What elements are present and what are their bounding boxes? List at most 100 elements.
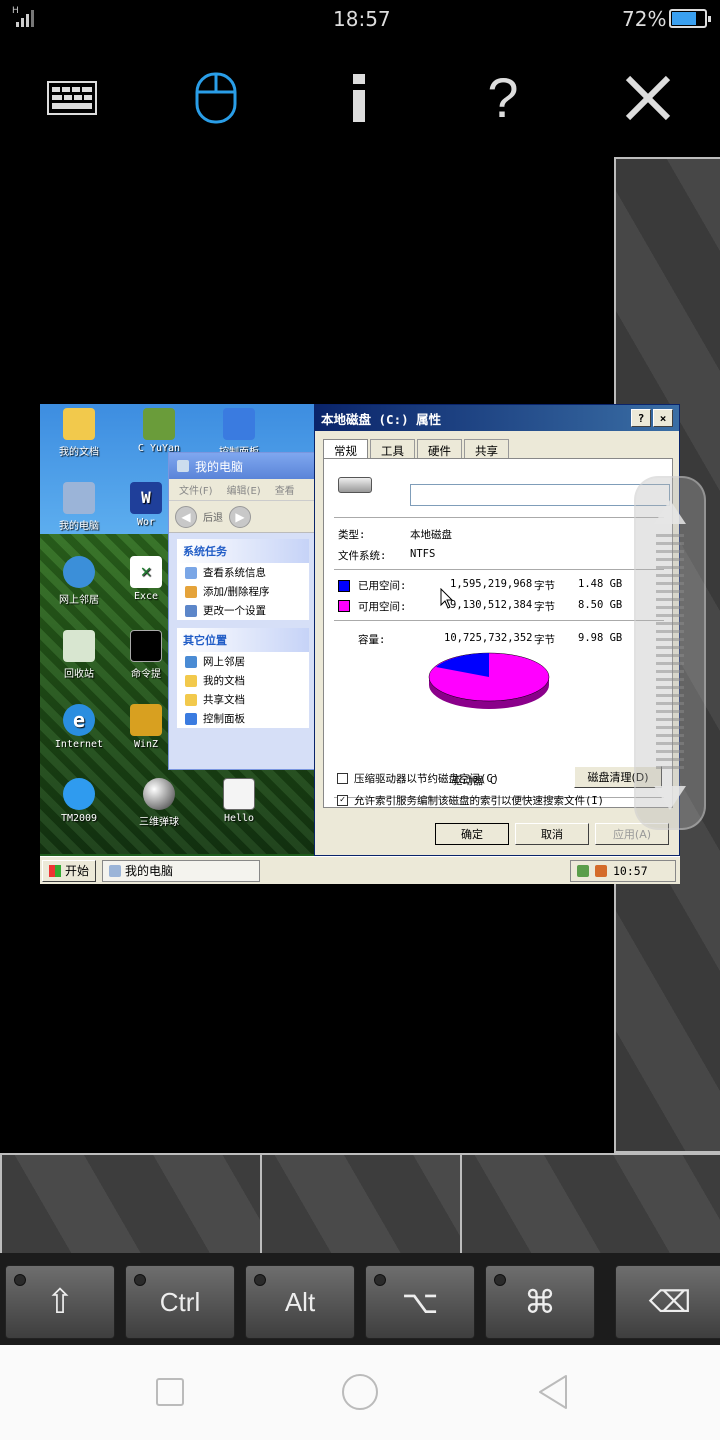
desktop-icon-hello[interactable]: Hello bbox=[204, 778, 274, 824]
bottom-pane-right[interactable] bbox=[460, 1153, 720, 1253]
place-item[interactable]: 控制面板 bbox=[177, 709, 309, 728]
scroll-up-icon[interactable] bbox=[652, 498, 688, 526]
ok-button[interactable]: 确定 bbox=[435, 823, 509, 845]
qq-icon bbox=[63, 778, 95, 810]
desktop-icon-pinball[interactable]: 三维弹球 bbox=[124, 778, 194, 828]
remote-screen[interactable]: 我的文档 C YuYan 控制面板 我的电脑 W Wor 网上邻居 ✕ Exce bbox=[40, 404, 680, 884]
key-indicator bbox=[14, 1274, 26, 1286]
desktop-icon-recycle-bin[interactable]: 回收站 bbox=[44, 630, 114, 680]
properties-dialog[interactable]: 本地磁盘 (C:) 属性 ? × 常规 工具 硬件 共享 类型: 本地磁盘 文件系… bbox=[314, 404, 680, 856]
desktop-icon-label: 回收站 bbox=[64, 669, 94, 680]
place-label: 我的文档 bbox=[203, 675, 245, 687]
scroll-track[interactable] bbox=[656, 534, 684, 774]
desktop-icon-c-yuyan[interactable]: C YuYan bbox=[124, 408, 194, 454]
system-tasks-title[interactable]: 系统任务 bbox=[177, 539, 309, 563]
capacity-gb: 9.98 GB bbox=[578, 632, 623, 644]
task-item[interactable]: 查看系统信息 bbox=[177, 563, 309, 582]
internet-explorer-icon: e bbox=[63, 704, 95, 736]
tray-network-icon[interactable] bbox=[577, 864, 589, 877]
free-unit: 字节 bbox=[534, 601, 555, 613]
cancel-button[interactable]: 取消 bbox=[515, 823, 589, 845]
backspace-key[interactable]: ⌫ bbox=[615, 1265, 720, 1339]
explorer-titlebar[interactable]: 我的电脑 bbox=[169, 453, 317, 479]
compress-checkbox[interactable]: 压缩驱动器以节约磁盘空间(C) bbox=[337, 771, 499, 786]
desktop-icon-my-documents[interactable]: 我的文档 bbox=[44, 408, 114, 458]
desktop-icon-tm2009[interactable]: TM2009 bbox=[44, 778, 114, 824]
start-button[interactable]: 开始 bbox=[42, 859, 97, 882]
desktop-icon-label: 命令提 bbox=[131, 669, 161, 680]
free-bytes: 9,130,512,384 bbox=[450, 599, 533, 611]
task-label: 更改一个设置 bbox=[203, 605, 266, 617]
menu-view[interactable]: 查看 bbox=[275, 482, 295, 497]
option-key[interactable]: ⌥ bbox=[365, 1265, 475, 1339]
desktop-icon-network[interactable]: 网上邻居 bbox=[44, 556, 114, 606]
disk-usage-pie-chart bbox=[428, 652, 550, 709]
desktop-icon-label: 三维弹球 bbox=[139, 817, 179, 828]
other-places-title[interactable]: 其它位置 bbox=[177, 628, 309, 652]
keyboard-icon[interactable] bbox=[42, 70, 102, 126]
task-item[interactable]: 更改一个设置 bbox=[177, 601, 309, 620]
scroll-down-icon[interactable] bbox=[652, 784, 688, 812]
used-bytes: 1,595,219,968 bbox=[450, 578, 533, 590]
status-bar: H 18:57 72% bbox=[0, 0, 720, 40]
back-arrow-icon[interactable]: ◀ bbox=[175, 505, 197, 528]
desktop-icon-cmd[interactable]: 命令提 bbox=[124, 630, 168, 680]
key-indicator bbox=[494, 1274, 506, 1286]
mouse-icon[interactable] bbox=[186, 70, 246, 126]
alt-key[interactable]: Alt bbox=[245, 1265, 355, 1339]
bottom-pane-middle[interactable] bbox=[260, 1153, 462, 1253]
alt-label: Alt bbox=[284, 1286, 316, 1317]
desktop-icon-internet[interactable]: e Internet bbox=[44, 704, 114, 750]
recent-apps-icon[interactable] bbox=[154, 1376, 186, 1408]
info-icon[interactable] bbox=[329, 70, 389, 126]
fs-label: 文件系统: bbox=[338, 550, 387, 562]
desktop-icon-label: 我的电脑 bbox=[59, 521, 99, 532]
explorer-navbar: ◀ 后退 ▶ bbox=[169, 501, 317, 533]
divider bbox=[334, 620, 664, 621]
task-item[interactable]: 添加/删除程序 bbox=[177, 582, 309, 601]
desktop-icon-winzip[interactable]: WinZ bbox=[124, 704, 168, 750]
close-button[interactable]: × bbox=[653, 409, 673, 427]
network-icon bbox=[63, 556, 95, 588]
type-value: 本地磁盘 bbox=[410, 529, 452, 541]
place-label: 共享文档 bbox=[203, 694, 245, 706]
command-key[interactable]: ⌘ bbox=[485, 1265, 595, 1339]
bottom-pane-left[interactable] bbox=[0, 1153, 262, 1253]
menu-edit[interactable]: 编辑(E) bbox=[227, 482, 261, 497]
scroll-control[interactable] bbox=[634, 476, 706, 830]
menu-file[interactable]: 文件(F) bbox=[179, 482, 213, 497]
dialog-titlebar[interactable]: 本地磁盘 (C:) 属性 ? × bbox=[315, 405, 679, 431]
back-icon[interactable] bbox=[536, 1374, 570, 1410]
volume-name-input[interactable] bbox=[410, 484, 670, 506]
desktop-icon-label: Wor bbox=[136, 517, 156, 528]
help-icon[interactable]: ? bbox=[473, 70, 533, 126]
taskbar-item-my-computer[interactable]: 我的电脑 bbox=[102, 859, 261, 882]
task-label: 添加/删除程序 bbox=[203, 586, 270, 598]
desktop-icon-control-panel[interactable]: 控制面板 bbox=[204, 408, 274, 458]
shift-key[interactable]: ⇧ bbox=[5, 1265, 115, 1339]
home-icon[interactable] bbox=[340, 1372, 380, 1412]
help-button[interactable]: ? bbox=[631, 409, 651, 427]
forward-arrow-icon[interactable]: ▶ bbox=[229, 505, 251, 528]
system-tasks-panel: 系统任务 查看系统信息 添加/删除程序 更改一个设置 bbox=[177, 539, 309, 620]
dialog-title: 本地磁盘 (C:) 属性 bbox=[321, 411, 442, 427]
place-item[interactable]: 共享文档 bbox=[177, 690, 309, 709]
place-item[interactable]: 网上邻居 bbox=[177, 652, 309, 671]
desktop-icon-excel[interactable]: ✕ Exce bbox=[124, 556, 168, 602]
back-label[interactable]: 后退 bbox=[203, 509, 223, 524]
computer-icon bbox=[177, 460, 189, 472]
close-icon[interactable] bbox=[618, 70, 678, 126]
checkbox-checked-icon: ✓ bbox=[337, 795, 348, 806]
tray-volume-icon[interactable] bbox=[595, 864, 607, 877]
index-checkbox[interactable]: ✓ 允许索引服务编制该磁盘的索引以便快速搜索文件(I) bbox=[337, 793, 604, 808]
type-label: 类型: bbox=[338, 529, 366, 541]
desktop-icon-word[interactable]: W Wor bbox=[124, 482, 168, 528]
general-tab-pane: 类型: 本地磁盘 文件系统: NTFS 已用空间: 1,595,219,968 … bbox=[323, 458, 673, 808]
key-indicator bbox=[134, 1274, 146, 1286]
explorer-window[interactable]: 我的电脑 文件(F) 编辑(E) 查看 ◀ 后退 ▶ 系统任务 查看系统信息 添… bbox=[168, 452, 318, 770]
ctrl-key[interactable]: Ctrl bbox=[125, 1265, 235, 1339]
place-item[interactable]: 我的文档 bbox=[177, 671, 309, 690]
desktop-icon-my-computer[interactable]: 我的电脑 bbox=[44, 482, 114, 532]
compress-label: 压缩驱动器以节约磁盘空间(C) bbox=[354, 773, 499, 785]
option-icon: ⌥ bbox=[401, 1284, 439, 1320]
